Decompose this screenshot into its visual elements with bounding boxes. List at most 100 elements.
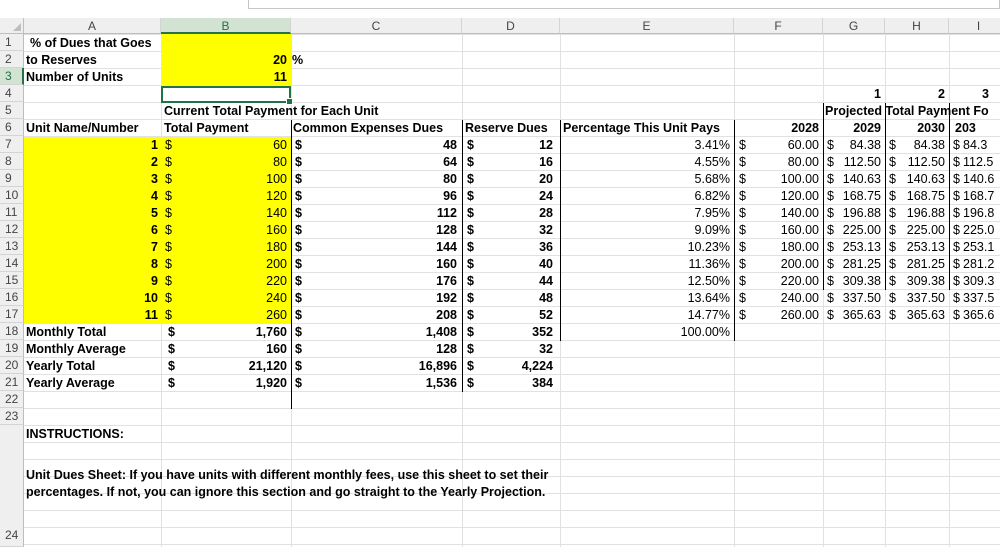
row-header[interactable]: 12 <box>0 221 24 238</box>
unit-percentage[interactable]: 3.41% <box>560 137 730 154</box>
row-header[interactable]: 16 <box>0 289 24 306</box>
col-header-d[interactable]: D <box>462 18 560 34</box>
projection-2029[interactable]: 253.13 <box>823 239 881 256</box>
row-header[interactable]: 13 <box>0 238 24 255</box>
projection-2031[interactable]: 84.3 <box>963 137 1000 154</box>
summary-total[interactable]: 1,760 <box>161 324 287 341</box>
projection-2030[interactable]: 365.63 <box>885 307 945 324</box>
projection-2031[interactable]: 281.2 <box>963 256 1000 273</box>
unit-total-payment[interactable]: 200 <box>161 256 287 273</box>
unit-number[interactable]: 3 <box>24 171 158 188</box>
unit-percentage[interactable]: 5.68% <box>560 171 730 188</box>
unit-reserve-dues[interactable]: 52 <box>462 307 553 324</box>
projection-2030[interactable]: 112.50 <box>885 154 945 171</box>
col-header-g[interactable]: G <box>823 18 885 34</box>
unit-percentage[interactable]: 11.36% <box>560 256 730 273</box>
unit-total-payment[interactable]: 100 <box>161 171 287 188</box>
projection-2028[interactable]: 200.00 <box>734 256 819 273</box>
unit-common-dues[interactable]: 144 <box>291 239 457 256</box>
unit-total-payment[interactable]: 240 <box>161 290 287 307</box>
unit-number[interactable]: 5 <box>24 205 158 222</box>
row-header[interactable]: 15 <box>0 272 24 289</box>
projection-2028[interactable]: 120.00 <box>734 188 819 205</box>
unit-reserve-dues[interactable]: 24 <box>462 188 553 205</box>
summary-percentage[interactable]: 100.00% <box>560 324 730 341</box>
col-header-h[interactable]: H <box>885 18 949 34</box>
projection-2028[interactable]: 80.00 <box>734 154 819 171</box>
projection-2028[interactable]: 60.00 <box>734 137 819 154</box>
projection-2030[interactable]: 281.25 <box>885 256 945 273</box>
currency-sign[interactable]: $ <box>953 290 960 307</box>
currency-sign[interactable]: $ <box>953 137 960 154</box>
projection-2031[interactable]: 168.7 <box>963 188 1000 205</box>
unit-total-payment[interactable]: 60 <box>161 137 287 154</box>
projection-2031[interactable]: 140.6 <box>963 171 1000 188</box>
unit-common-dues[interactable]: 48 <box>291 137 457 154</box>
projection-2028[interactable]: 100.00 <box>734 171 819 188</box>
row-header[interactable]: 21 <box>0 374 24 391</box>
row-header[interactable]: 19 <box>0 340 24 357</box>
row-header[interactable]: 23 <box>0 408 24 425</box>
projection-2029[interactable]: 84.38 <box>823 137 881 154</box>
unit-reserve-dues[interactable]: 12 <box>462 137 553 154</box>
projection-2031[interactable]: 309.3 <box>963 273 1000 290</box>
projection-2030[interactable]: 253.13 <box>885 239 945 256</box>
unit-total-payment[interactable]: 260 <box>161 307 287 324</box>
unit-common-dues[interactable]: 176 <box>291 273 457 290</box>
unit-reserve-dues[interactable]: 36 <box>462 239 553 256</box>
unit-reserve-dues[interactable]: 28 <box>462 205 553 222</box>
unit-common-dues[interactable]: 128 <box>291 222 457 239</box>
unit-common-dues[interactable]: 112 <box>291 205 457 222</box>
projection-2030[interactable]: 337.50 <box>885 290 945 307</box>
row-header[interactable]: 3 <box>0 68 24 85</box>
unit-total-payment[interactable]: 220 <box>161 273 287 290</box>
summary-total[interactable]: 1,920 <box>161 375 287 392</box>
projection-2030[interactable]: 196.88 <box>885 205 945 222</box>
unit-percentage[interactable]: 12.50% <box>560 273 730 290</box>
unit-common-dues[interactable]: 208 <box>291 307 457 324</box>
summary-label[interactable]: Yearly Total <box>26 358 95 375</box>
summary-common[interactable]: 1,536 <box>291 375 457 392</box>
unit-reserve-dues[interactable]: 48 <box>462 290 553 307</box>
projection-2028[interactable]: 260.00 <box>734 307 819 324</box>
projection-2029[interactable]: 281.25 <box>823 256 881 273</box>
row-header[interactable]: 24 <box>0 425 24 547</box>
row-header[interactable]: 10 <box>0 187 24 204</box>
summary-reserve[interactable]: 4,224 <box>462 358 553 375</box>
projection-2030[interactable]: 84.38 <box>885 137 945 154</box>
projection-2029[interactable]: 112.50 <box>823 154 881 171</box>
projection-2030[interactable]: 225.00 <box>885 222 945 239</box>
projection-2031[interactable]: 196.8 <box>963 205 1000 222</box>
summary-common[interactable]: 16,896 <box>291 358 457 375</box>
row-header[interactable]: 4 <box>0 85 24 102</box>
projection-2031[interactable]: 225.0 <box>963 222 1000 239</box>
col-header-a[interactable]: A <box>24 18 161 34</box>
unit-reserve-dues[interactable]: 32 <box>462 222 553 239</box>
unit-number[interactable]: 9 <box>24 273 158 290</box>
summary-reserve[interactable]: 384 <box>462 375 553 392</box>
projection-2031[interactable]: 253.1 <box>963 239 1000 256</box>
summary-total[interactable]: 21,120 <box>161 358 287 375</box>
currency-sign[interactable]: $ <box>953 239 960 256</box>
unit-percentage[interactable]: 10.23% <box>560 239 730 256</box>
col-header-e[interactable]: E <box>560 18 734 34</box>
unit-number[interactable]: 2 <box>24 154 158 171</box>
unit-number[interactable]: 11 <box>24 307 158 324</box>
projection-2029[interactable]: 140.63 <box>823 171 881 188</box>
select-all-corner[interactable] <box>0 18 24 34</box>
summary-total[interactable]: 160 <box>161 341 287 358</box>
unit-number[interactable]: 6 <box>24 222 158 239</box>
unit-number[interactable]: 1 <box>24 137 158 154</box>
projection-2030[interactable]: 140.63 <box>885 171 945 188</box>
projection-2029[interactable]: 225.00 <box>823 222 881 239</box>
row-header[interactable]: 2 <box>0 51 24 68</box>
projection-2028[interactable]: 220.00 <box>734 273 819 290</box>
currency-sign[interactable]: $ <box>953 188 960 205</box>
unit-reserve-dues[interactable]: 40 <box>462 256 553 273</box>
summary-label[interactable]: Yearly Average <box>26 375 115 392</box>
currency-sign[interactable]: $ <box>953 307 960 324</box>
summary-label[interactable]: Monthly Average <box>26 341 126 358</box>
unit-number[interactable]: 10 <box>24 290 158 307</box>
row-header[interactable]: 9 <box>0 170 24 187</box>
active-cell-b3[interactable] <box>161 86 293 105</box>
